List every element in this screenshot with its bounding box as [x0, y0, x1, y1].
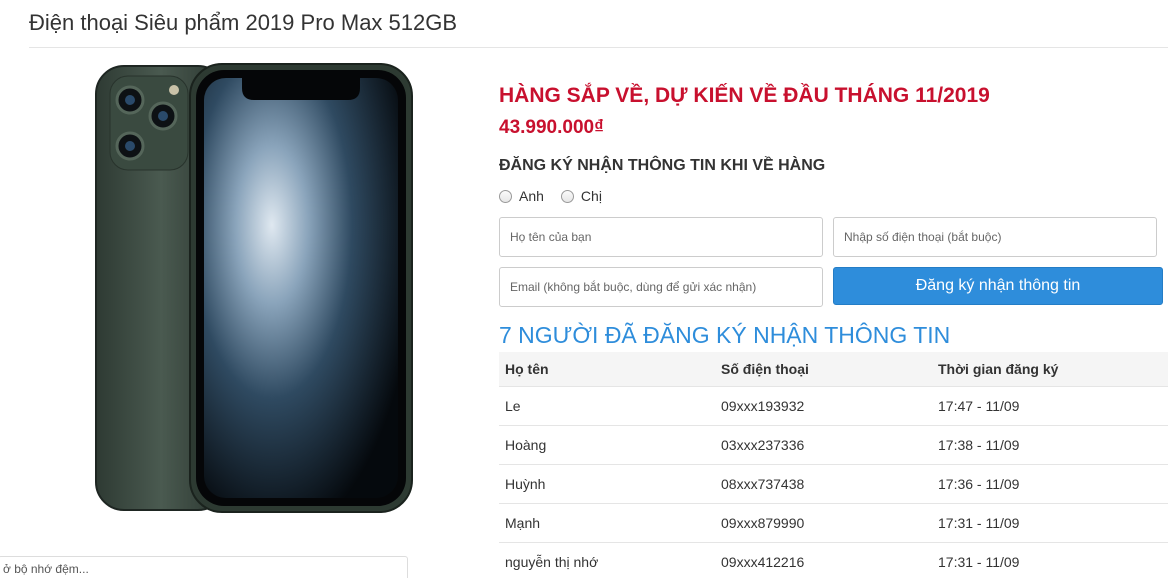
gender-label-anh: Anh: [519, 188, 544, 204]
cell-phone: 08xxx737438: [715, 464, 932, 504]
gender-radio-chi[interactable]: Chị: [560, 188, 602, 204]
cell-name: Hoàng: [499, 425, 715, 465]
cell-name: nguyễn thị nhớ: [499, 542, 715, 578]
register-button[interactable]: Đăng ký nhận thông tin: [833, 267, 1163, 305]
radio-circle-icon[interactable]: [499, 189, 512, 203]
product-price: 43.990.000₫: [499, 117, 604, 138]
column-header-time: Thời gian đăng ký: [932, 352, 1168, 387]
cell-time: 17:31 - 11/09: [932, 503, 1168, 543]
name-input[interactable]: [499, 217, 823, 257]
cache-notice: ở bộ nhớ đệm...: [0, 556, 408, 578]
table-row: Huỳnh 08xxx737438 17:36 - 11/09: [499, 464, 1168, 504]
table-row: nguyễn thị nhớ 09xxx412216 17:31 - 11/09: [499, 542, 1168, 578]
cell-phone: 09xxx879990: [715, 503, 932, 543]
gender-label-chi: Chị: [580, 188, 602, 204]
cell-time: 17:36 - 11/09: [932, 464, 1168, 504]
email-input[interactable]: [499, 267, 823, 307]
cell-name: Mạnh: [499, 503, 715, 543]
table-row: Hoàng 03xxx237336 17:38 - 11/09: [499, 425, 1168, 465]
title-divider: [29, 47, 1168, 48]
cell-time: 17:38 - 11/09: [932, 425, 1168, 465]
register-form-heading: ĐĂNG KÝ NHẬN THÔNG TIN KHI VỀ HÀNG: [499, 157, 826, 174]
phone-input[interactable]: [833, 217, 1157, 257]
cell-time: 17:47 - 11/09: [932, 386, 1168, 426]
cell-name: Le: [499, 386, 715, 426]
cell-name: Huỳnh: [499, 464, 715, 504]
column-header-name: Họ tên: [499, 352, 715, 387]
gender-radio-group: Anh Chị: [499, 188, 602, 204]
availability-status: HÀNG SẮP VỀ, DỰ KIẾN VỀ ĐẦU THÁNG 11/201…: [499, 84, 990, 107]
table-row: Le 09xxx193932 17:47 - 11/09: [499, 386, 1168, 426]
cell-phone: 09xxx193932: [715, 386, 932, 426]
cell-phone: 03xxx237336: [715, 425, 932, 465]
page-title: Điện thoại Siêu phẩm 2019 Pro Max 512GB: [29, 10, 458, 35]
cell-phone: 09xxx412216: [715, 542, 932, 578]
gender-radio-anh[interactable]: Anh: [499, 188, 544, 204]
column-header-phone: Số điện thoại: [715, 352, 932, 387]
registrations-table: Họ tên Số điện thoại Thời gian đăng ký L…: [499, 352, 1168, 578]
registrations-heading: 7 NGƯỜI ĐÃ ĐĂNG KÝ NHẬN THÔNG TIN: [499, 322, 951, 348]
table-row: Mạnh 09xxx879990 17:31 - 11/09: [499, 503, 1168, 543]
table-header-row: Họ tên Số điện thoại Thời gian đăng ký: [499, 352, 1168, 387]
cell-time: 17:31 - 11/09: [932, 542, 1168, 578]
product-image: [92, 62, 417, 514]
radio-circle-icon[interactable]: [560, 189, 574, 203]
